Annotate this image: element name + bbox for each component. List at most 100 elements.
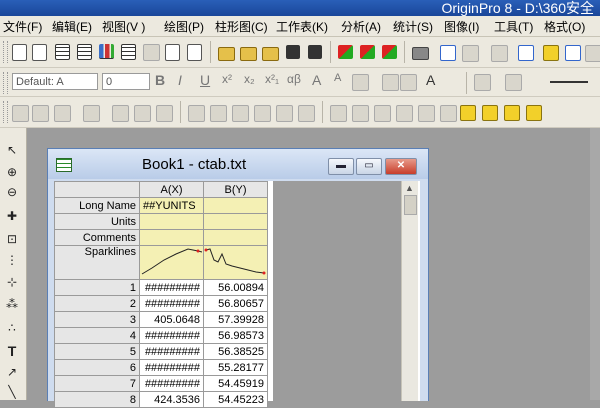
close-button[interactable]: ✕	[385, 158, 417, 175]
layer-1-icon[interactable]	[112, 105, 129, 122]
screen-reader-icon[interactable]: ✚	[4, 208, 20, 224]
save-template-icon[interactable]	[308, 45, 322, 59]
grid-icon[interactable]	[54, 105, 71, 122]
data-reader-icon[interactable]: ⋮	[4, 252, 20, 268]
line-width-icon[interactable]	[550, 81, 588, 83]
italic-button[interactable]: I	[178, 72, 182, 88]
add-row-icon[interactable]	[32, 105, 49, 122]
same-height-icon[interactable]	[352, 105, 369, 122]
units-a[interactable]	[139, 213, 204, 230]
row-label-comments[interactable]: Comments	[54, 229, 140, 246]
object-color-icon[interactable]	[482, 105, 498, 121]
open-excel-icon[interactable]	[262, 47, 279, 61]
text-icon[interactable]: T	[4, 343, 20, 359]
new-folder-doc-icon[interactable]	[32, 44, 47, 61]
scale-icon[interactable]: ⊹	[4, 274, 20, 290]
row-header[interactable]: 3	[54, 311, 140, 328]
object-fill-icon[interactable]	[504, 105, 520, 121]
cell-b[interactable]: 56.38525	[203, 343, 268, 360]
vertical-scrollbar[interactable]: ▲	[401, 181, 418, 401]
line-color-icon[interactable]	[505, 74, 522, 91]
align-left-edge-icon[interactable]	[188, 105, 205, 122]
new-matrix-icon[interactable]	[121, 44, 136, 60]
row-header[interactable]: 5	[54, 343, 140, 360]
object-edit-icon[interactable]	[460, 105, 476, 121]
greek-button[interactable]: αβ	[287, 72, 301, 86]
corner-cell[interactable]	[54, 181, 140, 198]
zoom-in-icon[interactable]: ⊕	[4, 164, 20, 180]
sparkline-a[interactable]	[139, 245, 204, 280]
merge-icon[interactable]	[83, 105, 100, 122]
bold-button[interactable]: B	[155, 72, 165, 88]
import-multiple-icon[interactable]	[360, 45, 375, 59]
open-icon[interactable]	[218, 47, 235, 61]
sparkline-b[interactable]	[203, 245, 268, 280]
line-icon[interactable]: ╲	[4, 384, 20, 400]
cell-b[interactable]: 56.80657	[203, 295, 268, 312]
column-header-b[interactable]: B(Y)	[203, 181, 268, 198]
script-window-icon[interactable]	[543, 45, 559, 61]
decrease-font-button[interactable]: A	[334, 72, 341, 84]
layer-2-icon[interactable]	[134, 105, 151, 122]
align-vertical-icon[interactable]	[276, 105, 293, 122]
menu-image[interactable]: 图像(I)	[444, 18, 479, 35]
long-name-a[interactable]: ##YUNITS	[139, 197, 204, 214]
units-b[interactable]	[203, 213, 268, 230]
pointer-icon[interactable]: ↖	[4, 142, 20, 158]
menu-tools[interactable]: 工具(T)	[494, 18, 533, 35]
font-select[interactable]: Default: A	[12, 73, 98, 90]
menu-column[interactable]: 柱形图(C)	[215, 18, 268, 35]
minimize-button[interactable]: ▬	[328, 158, 354, 175]
row-label-long-name[interactable]: Long Name	[54, 197, 140, 214]
menu-edit[interactable]: 编辑(E)	[52, 18, 92, 35]
open-template-icon[interactable]	[240, 47, 257, 61]
row-header[interactable]: 1	[54, 279, 140, 296]
font-color-button[interactable]: A	[426, 72, 435, 88]
font-size-select[interactable]: 0	[102, 73, 150, 90]
underline-button[interactable]: U	[200, 72, 210, 88]
new-graph-icon[interactable]	[99, 44, 114, 59]
cell-b[interactable]: 55.28177	[203, 359, 268, 376]
cell-a[interactable]: #########	[139, 327, 204, 344]
cell-a[interactable]: #########	[139, 359, 204, 376]
front-icon[interactable]	[374, 105, 391, 122]
arrow-icon[interactable]: ↗	[4, 364, 20, 380]
subscript-button[interactable]: x₂	[244, 72, 255, 86]
row-header[interactable]: 6	[54, 359, 140, 376]
scroll-up-icon[interactable]: ▲	[405, 183, 414, 193]
row-header[interactable]: 4	[54, 327, 140, 344]
new-notes-icon[interactable]	[187, 44, 202, 61]
menu-plot[interactable]: 绘图(P)	[164, 18, 204, 35]
superscript-button[interactable]: x²	[222, 72, 232, 86]
region-icon[interactable]: ⊡	[4, 231, 20, 247]
toolbar-grip[interactable]	[3, 72, 8, 94]
supsub-button[interactable]: x²₁	[265, 72, 279, 86]
command-window-icon[interactable]	[565, 45, 581, 61]
import-wizard-icon[interactable]	[382, 45, 397, 59]
save-icon[interactable]	[286, 45, 300, 59]
menu-statistics[interactable]: 统计(S)	[393, 18, 433, 35]
fill-color-icon[interactable]	[474, 74, 491, 91]
new-layout-icon[interactable]	[165, 44, 180, 61]
new-workbook-icon[interactable]	[55, 44, 70, 60]
cell-b[interactable]: 56.00894	[203, 279, 268, 296]
row-label-sparklines[interactable]: Sparklines	[54, 245, 140, 280]
toolbar-grip[interactable]	[3, 41, 8, 63]
new-excel-icon[interactable]	[77, 44, 92, 60]
row-header[interactable]: 7	[54, 375, 140, 392]
new-function-icon[interactable]	[143, 44, 160, 61]
comments-a[interactable]	[139, 229, 204, 246]
column-header-a[interactable]: A(X)	[139, 181, 204, 198]
same-width-icon[interactable]	[330, 105, 347, 122]
align-top-edge-icon[interactable]	[232, 105, 249, 122]
restore-button[interactable]: ▭	[356, 158, 382, 175]
zoom-out-icon[interactable]: ⊖	[4, 184, 20, 200]
cell-b[interactable]: 56.98573	[203, 327, 268, 344]
cell-a[interactable]: #########	[139, 279, 204, 296]
workbook-window[interactable]: Book1 - ctab.txt ▬ ▭ ✕ A(X) B(Y) Long Na…	[47, 148, 429, 408]
workbook-title-bar[interactable]: Book1 - ctab.txt ▬ ▭ ✕	[48, 149, 428, 179]
import-ascii-icon[interactable]	[338, 45, 353, 59]
project-explorer-icon[interactable]	[491, 45, 508, 62]
ungroup-icon[interactable]	[440, 105, 457, 122]
align-bottom-edge-icon[interactable]	[254, 105, 271, 122]
